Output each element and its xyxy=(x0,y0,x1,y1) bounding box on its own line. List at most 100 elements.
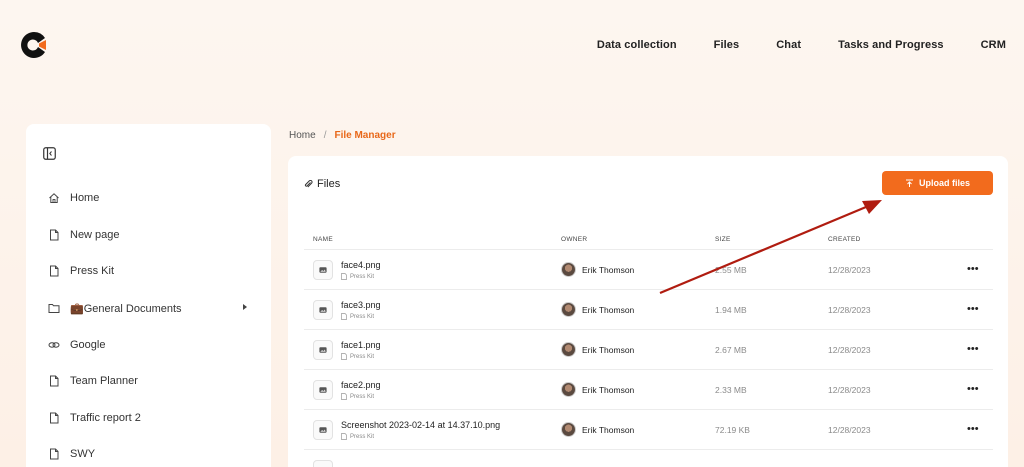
sidebar-item-label: New page xyxy=(70,228,120,241)
sidebar-collapse-icon[interactable] xyxy=(43,147,56,160)
file-folder: Press Kit xyxy=(341,353,374,360)
avatar xyxy=(561,382,576,397)
page-icon xyxy=(341,313,347,320)
nav-files[interactable]: Files xyxy=(714,39,740,51)
owner-name: Erik Thomson xyxy=(582,304,635,315)
nav-crm[interactable]: CRM xyxy=(981,39,1006,51)
sidebar-item-home[interactable]: Home xyxy=(26,180,271,217)
table-row[interactable]: face2.png Press Kit Erik Thomson 2.33 MB… xyxy=(304,370,993,410)
files-title: Files xyxy=(317,178,341,190)
avatar xyxy=(561,342,576,357)
file-size: 1.94 MB xyxy=(715,305,747,315)
file-owner: Erik Thomson xyxy=(561,382,634,397)
image-file-icon xyxy=(313,420,333,440)
file-created: 12/28/2023 xyxy=(828,425,871,435)
file-folder-label: Press Kit xyxy=(350,313,375,320)
file-owner: Erik Thomson xyxy=(561,342,634,357)
breadcrumb-home[interactable]: Home xyxy=(289,130,316,141)
sidebar-item-press-kit[interactable]: Press Kit xyxy=(26,253,271,290)
sidebar-item-label: Team Planner xyxy=(70,375,138,388)
sidebar-item-traffic-report-2[interactable]: Traffic report 2 xyxy=(26,400,271,437)
column-size[interactable]: SIZE xyxy=(715,236,731,243)
page-icon xyxy=(50,375,59,387)
main-nav: Data collection Files Chat Tasks and Pro… xyxy=(597,39,1006,51)
file-created: 12/28/2023 xyxy=(828,265,871,275)
nav-data-collection[interactable]: Data collection xyxy=(597,39,677,51)
file-folder: Press Kit xyxy=(341,433,374,440)
image-file-icon xyxy=(313,260,333,280)
file-owner: Erik Thomson xyxy=(561,422,634,437)
file-name[interactable]: face1.png xyxy=(341,340,381,350)
sidebar-item-new-page[interactable]: New page xyxy=(26,217,271,254)
more-options-icon[interactable]: ••• xyxy=(967,423,979,435)
table-row-partial[interactable] xyxy=(304,450,993,467)
file-size: 2.67 MB xyxy=(715,345,747,355)
sidebar: Home New page Press Kit 💼General Documen… xyxy=(26,124,271,467)
file-created: 12/28/2023 xyxy=(828,305,871,315)
page-icon xyxy=(50,412,59,424)
paperclip-icon xyxy=(304,179,313,187)
file-folder: Press Kit xyxy=(341,273,374,280)
page-icon xyxy=(50,448,59,460)
sidebar-item-team-planner[interactable]: Team Planner xyxy=(26,363,271,400)
page-icon xyxy=(341,393,347,400)
expand-caret-icon[interactable] xyxy=(243,303,247,310)
file-name[interactable]: Screenshot 2023-02-14 at 14.37.10.png xyxy=(341,420,500,430)
upload-files-label: Upload files xyxy=(918,178,970,188)
more-options-icon[interactable]: ••• xyxy=(967,343,979,355)
page-icon xyxy=(50,229,59,241)
table-row[interactable]: Screenshot 2023-02-14 at 14.37.10.png Pr… xyxy=(304,410,993,450)
avatar xyxy=(561,302,576,317)
page-icon xyxy=(341,273,347,280)
file-size: 2.33 MB xyxy=(715,385,747,395)
link-icon xyxy=(48,341,60,348)
table-row[interactable]: face1.png Press Kit Erik Thomson 2.67 MB… xyxy=(304,330,993,370)
column-name[interactable]: NAME xyxy=(313,236,333,243)
image-file-icon xyxy=(313,460,333,467)
file-folder-label: Press Kit xyxy=(350,273,375,280)
image-file-icon xyxy=(313,300,333,320)
file-name[interactable]: face4.png xyxy=(341,260,381,270)
brand-logo[interactable] xyxy=(20,30,48,60)
nav-tasks-and-progress[interactable]: Tasks and Progress xyxy=(838,39,944,51)
table-row[interactable]: face4.png Press Kit Erik Thomson 2.55 MB… xyxy=(304,250,993,290)
nav-chat[interactable]: Chat xyxy=(776,39,801,51)
sidebar-item-label: Traffic report 2 xyxy=(70,411,141,424)
sidebar-item-label: Google xyxy=(70,338,106,351)
more-options-icon[interactable]: ••• xyxy=(967,383,979,395)
owner-name: Erik Thomson xyxy=(582,264,635,275)
more-options-icon[interactable]: ••• xyxy=(967,303,979,315)
sidebar-item-label: SWY xyxy=(70,448,96,461)
avatar xyxy=(561,262,576,277)
sidebar-item-swy[interactable]: SWY xyxy=(26,436,271,467)
sidebar-item-label: 💼General Documents xyxy=(70,302,182,315)
upload-files-button[interactable]: Upload files xyxy=(882,171,993,195)
sidebar-item-google[interactable]: Google xyxy=(26,326,271,363)
file-name[interactable]: face3.png xyxy=(341,300,381,310)
more-options-icon[interactable]: ••• xyxy=(967,263,979,275)
sidebar-item-label: Press Kit xyxy=(70,265,115,278)
sidebar-item-general-documents[interactable]: 💼General Documents xyxy=(26,290,271,327)
file-folder-label: Press Kit xyxy=(350,433,375,440)
file-folder: Press Kit xyxy=(341,313,374,320)
table-row[interactable]: face3.png Press Kit Erik Thomson 1.94 MB… xyxy=(304,290,993,330)
column-created[interactable]: CREATED xyxy=(828,236,861,243)
file-name[interactable]: face2.png xyxy=(341,380,381,390)
home-icon xyxy=(49,193,59,204)
image-file-icon xyxy=(313,340,333,360)
sidebar-item-label: Home xyxy=(70,192,100,205)
table-header: NAME OWNER SIZE CREATED xyxy=(304,230,993,250)
owner-name: Erik Thomson xyxy=(582,384,635,395)
page-icon xyxy=(341,353,347,360)
files-table: NAME OWNER SIZE CREATED face4.png Press … xyxy=(304,230,993,467)
file-size: 2.55 MB xyxy=(715,265,747,275)
folder-icon xyxy=(48,304,60,314)
file-owner: Erik Thomson xyxy=(561,302,634,317)
file-manager-card: Files Upload files NAME OWNER SIZE CREAT… xyxy=(288,156,1008,467)
column-owner[interactable]: OWNER xyxy=(561,236,587,243)
breadcrumb-current: File Manager xyxy=(334,130,396,141)
avatar xyxy=(561,422,576,437)
owner-name: Erik Thomson xyxy=(582,344,635,355)
page-icon xyxy=(50,265,59,277)
top-bar: Data collection Files Chat Tasks and Pro… xyxy=(0,0,1024,90)
